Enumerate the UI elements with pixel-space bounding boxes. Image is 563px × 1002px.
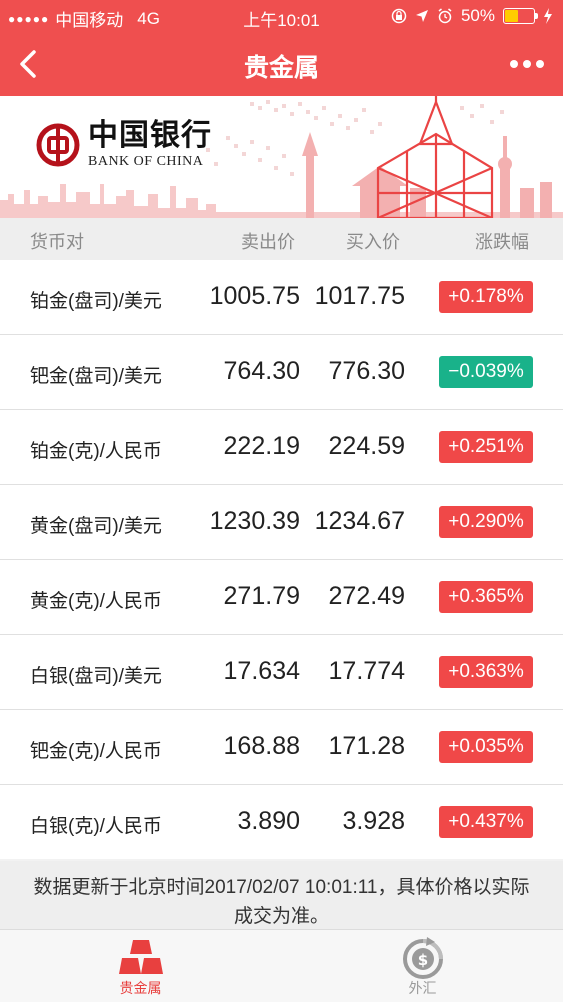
tab-label: 外汇 — [408, 980, 437, 996]
sell-price: 271.79 — [223, 582, 300, 610]
status-bar: ●●●●● 中国移动 4G 上午10:01 50% — [0, 0, 563, 34]
change-badge: +0.363% — [439, 656, 533, 688]
tab-forex[interactable]: $ 外汇 — [282, 930, 563, 1002]
header-buy: 买入价 — [346, 232, 400, 252]
tab-precious-metals[interactable]: 贵金属 — [0, 930, 281, 1002]
bank-name-cn: 中国银行 — [88, 118, 212, 153]
more-options-icon[interactable] — [507, 52, 547, 76]
sell-price: 1005.75 — [209, 282, 300, 310]
table-row[interactable]: 白银(克)/人民币 3.890 3.928 +0.437% — [0, 785, 563, 859]
pair-name: 钯金(盘司)/美元 — [30, 366, 162, 387]
change-badge: +0.365% — [439, 581, 533, 613]
table-row[interactable]: 铂金(盘司)/美元 1005.75 1017.75 +0.178% — [0, 260, 563, 335]
sell-price: 3.890 — [237, 807, 300, 835]
table-header: 货币对 卖出价 买入价 涨跌幅 — [0, 218, 563, 260]
change-badge: +0.437% — [439, 806, 533, 838]
page-title: 贵金属 — [243, 54, 319, 82]
bank-logo: 中国银行 BANK OF CHINA — [36, 120, 212, 170]
bank-name-en: BANK OF CHINA — [88, 154, 204, 169]
sell-price: 764.30 — [223, 357, 300, 385]
buy-price: 776.30 — [328, 357, 405, 385]
pair-name: 黄金(盘司)/美元 — [30, 516, 162, 537]
buy-price: 3.928 — [342, 807, 405, 835]
buy-price: 1017.75 — [314, 282, 405, 310]
pair-name: 白银(克)/人民币 — [30, 816, 162, 837]
price-table: 铂金(盘司)/美元 1005.75 1017.75 +0.178% 钯金(盘司)… — [0, 260, 563, 859]
gold-bars-icon — [118, 940, 163, 974]
tab-label: 贵金属 — [119, 980, 162, 996]
bank-of-china-emblem-icon — [36, 123, 80, 167]
sell-price: 17.634 — [223, 657, 300, 685]
location-arrow-icon — [415, 10, 428, 22]
update-note: 数据更新于北京时间2017/02/07 10:01:11，具体价格以实际成交为准… — [0, 861, 563, 931]
rotation-lock-icon — [391, 8, 407, 24]
alarm-icon — [438, 8, 452, 24]
charging-bolt-icon — [544, 8, 552, 24]
buy-price: 272.49 — [328, 582, 405, 610]
header-sell: 卖出价 — [241, 232, 295, 252]
tab-bar: 贵金属 $ 外汇 — [0, 929, 563, 1002]
currency-exchange-icon: $ — [402, 937, 443, 979]
table-row[interactable]: 钯金(克)/人民币 168.88 171.28 +0.035% — [0, 710, 563, 785]
header-pair: 货币对 — [30, 232, 84, 252]
table-row[interactable]: 白银(盘司)/美元 17.634 17.774 +0.363% — [0, 635, 563, 710]
sell-price: 222.19 — [223, 432, 300, 460]
change-badge: +0.178% — [439, 281, 533, 313]
pair-name: 黄金(克)/人民币 — [30, 591, 162, 612]
battery-percent: 50% — [460, 6, 495, 25]
buy-price: 224.59 — [328, 432, 405, 460]
battery-icon — [503, 8, 538, 24]
buy-price: 17.774 — [328, 657, 405, 685]
table-row[interactable]: 黄金(盘司)/美元 1230.39 1234.67 +0.290% — [0, 485, 563, 560]
buy-price: 171.28 — [328, 732, 405, 760]
pair-name: 白银(盘司)/美元 — [30, 666, 162, 687]
table-row[interactable]: 黄金(克)/人民币 271.79 272.49 +0.365% — [0, 560, 563, 635]
sell-price: 1230.39 — [209, 507, 300, 535]
change-badge: +0.251% — [439, 431, 533, 463]
update-note-text: 数据更新于北京时间2017/02/07 10:01:11，具体价格以实际成交为准… — [33, 877, 530, 927]
change-badge: −0.039% — [439, 356, 533, 388]
pair-name: 铂金(克)/人民币 — [30, 441, 162, 462]
buy-price: 1234.67 — [314, 507, 405, 535]
header-change: 涨跌幅 — [475, 232, 529, 252]
table-row[interactable]: 钯金(盘司)/美元 764.30 776.30 −0.039% — [0, 335, 563, 410]
table-row[interactable]: 铂金(克)/人民币 222.19 224.59 +0.251% — [0, 410, 563, 485]
change-badge: +0.290% — [439, 506, 533, 538]
nav-bar: 贵金属 — [0, 34, 563, 96]
pair-name: 钯金(克)/人民币 — [30, 741, 162, 762]
svg-text:$: $ — [417, 951, 427, 969]
bank-banner: 中国银行 BANK OF CHINA — [0, 96, 563, 218]
sell-price: 168.88 — [223, 732, 300, 760]
pair-name: 铂金(盘司)/美元 — [30, 291, 162, 312]
change-badge: +0.035% — [439, 731, 533, 763]
